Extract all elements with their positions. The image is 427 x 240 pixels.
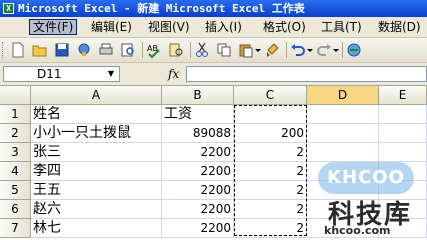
column-header-e[interactable]: E — [379, 86, 427, 105]
menu-insert[interactable]: 插入(I) — [202, 19, 245, 35]
save-icon[interactable] — [54, 42, 70, 58]
paste-options-dropdown[interactable] — [254, 42, 262, 58]
row-header-2[interactable]: 2 — [0, 124, 31, 143]
row-header-5[interactable]: 5 — [0, 181, 31, 200]
cell-b2[interactable]: 89088 — [162, 124, 234, 143]
paste-icon[interactable] — [238, 42, 254, 58]
print-icon[interactable] — [98, 42, 114, 58]
redo-icon[interactable] — [316, 42, 332, 58]
menu-view[interactable]: 视图(V) — [145, 19, 193, 35]
column-header-b[interactable]: B — [162, 86, 234, 105]
copy-icon[interactable] — [216, 42, 232, 58]
format-painter-icon[interactable] — [264, 42, 280, 58]
toolbar-separator — [190, 42, 191, 58]
cell-d3[interactable] — [307, 143, 379, 162]
cell-b7[interactable]: 2200 — [162, 219, 234, 238]
watermark-url: khcoo.com — [324, 224, 391, 237]
row-header-7[interactable]: 7 — [0, 219, 31, 238]
row-header-3[interactable]: 3 — [0, 143, 31, 162]
watermark-logo: KHCOO — [318, 162, 414, 194]
cell-a3[interactable]: 张三 — [31, 143, 162, 162]
cell-c3[interactable]: 2 — [234, 143, 307, 162]
cell-d1[interactable] — [307, 105, 379, 124]
cell-b4[interactable]: 2200 — [162, 162, 234, 181]
formula-input[interactable] — [186, 66, 427, 82]
chevron-down-icon[interactable]: ▼ — [108, 70, 114, 78]
row-header-6[interactable]: 6 — [0, 200, 31, 219]
column-header-a[interactable]: A — [31, 86, 162, 105]
cell-b1[interactable]: 工资 — [162, 105, 234, 124]
toolbar-separator — [286, 42, 287, 58]
open-icon[interactable] — [32, 42, 48, 58]
menu-bar: 文件(F) 编辑(E) 视图(V) 插入(I) 格式(O) 工具(T) 数据(D… — [0, 17, 427, 38]
cell-a4[interactable]: 李四 — [31, 162, 162, 181]
name-box[interactable]: D11 ▼ — [3, 66, 120, 82]
cell-a6[interactable]: 赵六 — [31, 200, 162, 219]
undo-icon[interactable] — [290, 42, 306, 58]
cell-b5[interactable]: 2200 — [162, 181, 234, 200]
excel-icon: X — [3, 3, 14, 14]
cell-d2[interactable] — [307, 124, 379, 143]
print-preview-icon[interactable] — [120, 42, 136, 58]
toolbar-separator — [142, 42, 143, 58]
cell-c4[interactable]: 2 — [234, 162, 307, 181]
cell-c5[interactable]: 2 — [234, 181, 307, 200]
menu-file[interactable]: 文件(F) — [29, 19, 78, 35]
cell-e2[interactable] — [379, 124, 427, 143]
row-header-4[interactable]: 4 — [0, 162, 31, 181]
cut-icon[interactable] — [194, 42, 210, 58]
cell-c2[interactable]: 200 — [234, 124, 307, 143]
redo-dropdown[interactable] — [332, 42, 340, 58]
watermark: KHCOO 科技库 khcoo.com — [306, 162, 427, 237]
name-box-value: D11 — [37, 67, 62, 81]
cell-a1[interactable]: 姓名 — [31, 105, 162, 124]
cell-b3[interactable]: 2200 — [162, 143, 234, 162]
cell-c6[interactable]: 2 — [234, 200, 307, 219]
research-icon[interactable] — [168, 42, 184, 58]
column-header-c[interactable]: C — [234, 86, 307, 105]
spelling-icon[interactable]: AB — [146, 42, 162, 59]
new-icon[interactable] — [10, 42, 26, 58]
menu-data[interactable]: 数据(D) — [375, 19, 424, 35]
insert-function-icon[interactable]: fx — [168, 66, 179, 82]
select-all-corner[interactable] — [0, 86, 31, 105]
cell-a7[interactable]: 林七 — [31, 219, 162, 238]
toolbar-grip[interactable] — [2, 42, 6, 58]
cell-e1[interactable] — [379, 105, 427, 124]
permission-icon[interactable] — [76, 42, 92, 58]
formula-bar: D11 ▼ fx — [0, 63, 427, 86]
hyperlink-icon[interactable] — [346, 42, 362, 58]
undo-dropdown[interactable] — [306, 42, 314, 58]
cell-b6[interactable]: 2200 — [162, 200, 234, 219]
cell-a5[interactable]: 王五 — [31, 181, 162, 200]
title-bar: X Microsoft Excel - 新建 Microsoft Excel 工… — [0, 0, 427, 17]
menu-edit[interactable]: 编辑(E) — [88, 19, 135, 35]
cell-a2[interactable]: 小小一只土拨鼠 — [31, 124, 162, 143]
column-header-d[interactable]: D — [307, 86, 379, 105]
toolbar-separator — [342, 42, 343, 58]
standard-toolbar: AB — [0, 38, 427, 63]
window-title: Microsoft Excel - 新建 Microsoft Excel 工作表 — [18, 2, 305, 15]
row-header-1[interactable]: 1 — [0, 105, 31, 124]
cell-c7[interactable]: 2 — [234, 219, 307, 238]
cell-e3[interactable] — [379, 143, 427, 162]
menu-format[interactable]: 格式(O) — [260, 19, 309, 35]
cell-c1[interactable] — [234, 105, 307, 124]
menu-tools[interactable]: 工具(T) — [318, 19, 365, 35]
